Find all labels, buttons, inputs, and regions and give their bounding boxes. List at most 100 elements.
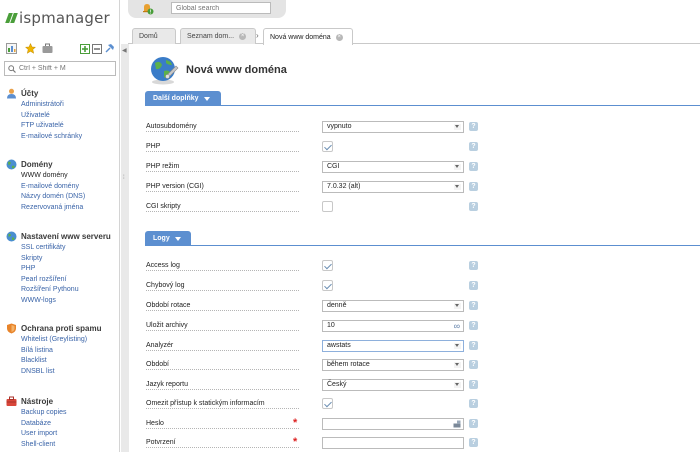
analyzer-select[interactable]: awstats bbox=[322, 340, 464, 352]
field-period: Období během rotace ? bbox=[146, 359, 478, 373]
tab-new-www-domain[interactable]: Nová www doména × bbox=[263, 28, 353, 45]
help-icon[interactable]: ? bbox=[469, 122, 478, 131]
field-autosubdomains: Autosubdomény vypnuto ? bbox=[146, 121, 478, 135]
restrict-stats-checkbox[interactable] bbox=[322, 398, 333, 409]
nav-group-title[interactable]: Účty bbox=[6, 87, 82, 100]
sidebar-item-databases[interactable]: Databáze bbox=[21, 419, 67, 430]
field-cgi-scripts: CGI skripty ? bbox=[146, 201, 478, 215]
nav-group-spam-protection: Ochrana proti spamu Whitelist (Greylisti… bbox=[6, 322, 101, 377]
help-icon[interactable]: ? bbox=[469, 380, 478, 389]
period-select[interactable]: během rotace bbox=[322, 359, 464, 371]
help-icon[interactable]: ? bbox=[469, 399, 478, 408]
www-domain-icon bbox=[149, 55, 179, 85]
required-marker: * bbox=[293, 436, 298, 448]
brand-name: ispmanager bbox=[19, 9, 110, 27]
nav-group-title[interactable]: Ochrana proti spamu bbox=[6, 322, 101, 335]
menu-search[interactable] bbox=[4, 61, 116, 76]
nav-group-title[interactable]: Nástroje bbox=[6, 395, 67, 408]
rotation-period-select[interactable]: denně bbox=[322, 300, 464, 312]
sidebar-item-user-import[interactable]: User import bbox=[21, 429, 67, 440]
field-password: Heslo * ? bbox=[146, 417, 478, 432]
sidebar-item-whitelist-greylisting[interactable]: Whitelist (Greylisting) bbox=[21, 335, 101, 346]
sidebar-item-www-logs[interactable]: WWW-logs bbox=[21, 296, 111, 307]
keep-archives-input[interactable]: 10 ∞ bbox=[322, 320, 464, 332]
password-input[interactable] bbox=[322, 418, 464, 430]
search-icon bbox=[8, 64, 16, 73]
help-icon[interactable]: ? bbox=[469, 419, 478, 428]
section-toggle[interactable]: Další doplňky bbox=[145, 91, 221, 106]
sidebar-item-reserved-names[interactable]: Rezervovaná jména bbox=[21, 203, 85, 214]
field-rotation-period: Období rotace denně ? bbox=[146, 300, 478, 314]
help-icon[interactable]: ? bbox=[469, 182, 478, 191]
collapse-all-icon[interactable] bbox=[91, 43, 102, 54]
web-server-icon bbox=[6, 231, 17, 242]
sidebar-item-users[interactable]: Uživatelé bbox=[21, 111, 82, 122]
cgi-scripts-checkbox[interactable] bbox=[322, 201, 333, 212]
key-icon[interactable] bbox=[453, 420, 461, 428]
chevron-down-icon bbox=[203, 96, 210, 101]
infinity-icon[interactable]: ∞ bbox=[454, 321, 460, 331]
section-toggle[interactable]: Logy bbox=[145, 231, 191, 246]
autosubdomains-select[interactable]: vypnuto bbox=[322, 121, 464, 133]
password-confirm-input[interactable] bbox=[322, 437, 464, 449]
sidebar-item-mail-domains[interactable]: E-mailové domény bbox=[21, 182, 85, 193]
dashboard-icon[interactable] bbox=[6, 43, 17, 54]
help-icon[interactable]: ? bbox=[469, 321, 478, 330]
help-icon[interactable]: ? bbox=[469, 162, 478, 171]
sidebar-splitter[interactable]: ◀ ⁞ bbox=[121, 44, 129, 452]
global-search-input[interactable] bbox=[171, 2, 271, 14]
sidebar-item-dnsbl-list[interactable]: DNSBL list bbox=[21, 367, 101, 378]
chevron-down-icon bbox=[454, 303, 461, 309]
sidebar-item-backup-copies[interactable]: Backup copies bbox=[21, 408, 67, 419]
sidebar-item-python-extensions[interactable]: Rozšíření Pythonu bbox=[21, 285, 111, 296]
field-error-log: Chybový log ? bbox=[146, 280, 478, 294]
pin-icon[interactable] bbox=[104, 43, 115, 54]
help-icon[interactable]: ? bbox=[469, 438, 478, 447]
expand-all-icon[interactable] bbox=[79, 43, 90, 54]
help-icon[interactable]: ? bbox=[469, 281, 478, 290]
top-bar: ! bbox=[128, 0, 286, 18]
sidebar-item-php[interactable]: PHP bbox=[21, 264, 111, 275]
collapse-sidebar-icon[interactable]: ◀ bbox=[122, 47, 127, 54]
briefcase-icon[interactable] bbox=[42, 43, 53, 54]
nav-group-title[interactable]: Domény bbox=[6, 158, 85, 171]
field-php: PHP ? bbox=[146, 141, 478, 155]
menu-search-input[interactable] bbox=[19, 65, 114, 72]
sidebar-item-administrators[interactable]: Administrátoři bbox=[21, 100, 82, 111]
splitter-grip-icon: ⁞ bbox=[123, 175, 125, 181]
error-log-checkbox[interactable] bbox=[322, 280, 333, 291]
help-icon[interactable]: ? bbox=[469, 261, 478, 270]
close-tab-icon[interactable]: × bbox=[239, 33, 247, 40]
access-log-checkbox[interactable] bbox=[322, 260, 333, 271]
sidebar-item-perl-extensions[interactable]: Pearl rozšíření bbox=[21, 275, 111, 286]
nav-group-title[interactable]: Nastavení www serveru bbox=[6, 230, 111, 243]
chevron-down-icon bbox=[454, 362, 461, 368]
tab-home[interactable]: Domů bbox=[132, 28, 176, 44]
user-icon bbox=[6, 88, 17, 99]
star-icon[interactable] bbox=[25, 43, 36, 54]
help-icon[interactable]: ? bbox=[469, 341, 478, 350]
tab-domain-list[interactable]: Seznam dom... × bbox=[180, 28, 256, 44]
close-tab-icon[interactable]: × bbox=[335, 33, 343, 41]
help-icon[interactable]: ? bbox=[469, 360, 478, 369]
help-icon[interactable]: ? bbox=[469, 142, 478, 151]
sidebar-item-ftp-users[interactable]: FTP uživatelé bbox=[21, 121, 82, 132]
help-icon[interactable]: ? bbox=[469, 202, 478, 211]
sidebar-item-scripts[interactable]: Skripty bbox=[21, 254, 111, 265]
sidebar-item-mailboxes[interactable]: E-mailové schránky bbox=[21, 132, 82, 143]
sidebar-item-shell-client[interactable]: Shell-client bbox=[21, 440, 67, 451]
php-mode-select[interactable]: CGI bbox=[322, 161, 464, 173]
sidebar-item-blacklist[interactable]: Blacklist bbox=[21, 356, 101, 367]
sidebar-item-www-domains[interactable]: WWW domény bbox=[21, 171, 85, 182]
php-checkbox[interactable] bbox=[322, 141, 333, 152]
sidebar-item-dns[interactable]: Názvy domén (DNS) bbox=[21, 192, 85, 203]
form-area: Nová www doména Další doplňky Autosubdom… bbox=[129, 45, 700, 452]
php-version-select[interactable]: 7.0.32 (alt) bbox=[322, 181, 464, 193]
help-icon[interactable]: ? bbox=[469, 301, 478, 310]
report-language-select[interactable]: Český bbox=[322, 379, 464, 391]
notifications-icon[interactable]: ! bbox=[141, 2, 154, 15]
sidebar-item-white-list[interactable]: Bílá listina bbox=[21, 346, 101, 357]
nav-group-web-server: Nastavení www serveru SSL certifikáty Sk… bbox=[6, 230, 111, 306]
brand-logo[interactable]: ispmanager bbox=[5, 9, 110, 27]
sidebar-item-ssl-certificates[interactable]: SSL certifikáty bbox=[21, 243, 111, 254]
